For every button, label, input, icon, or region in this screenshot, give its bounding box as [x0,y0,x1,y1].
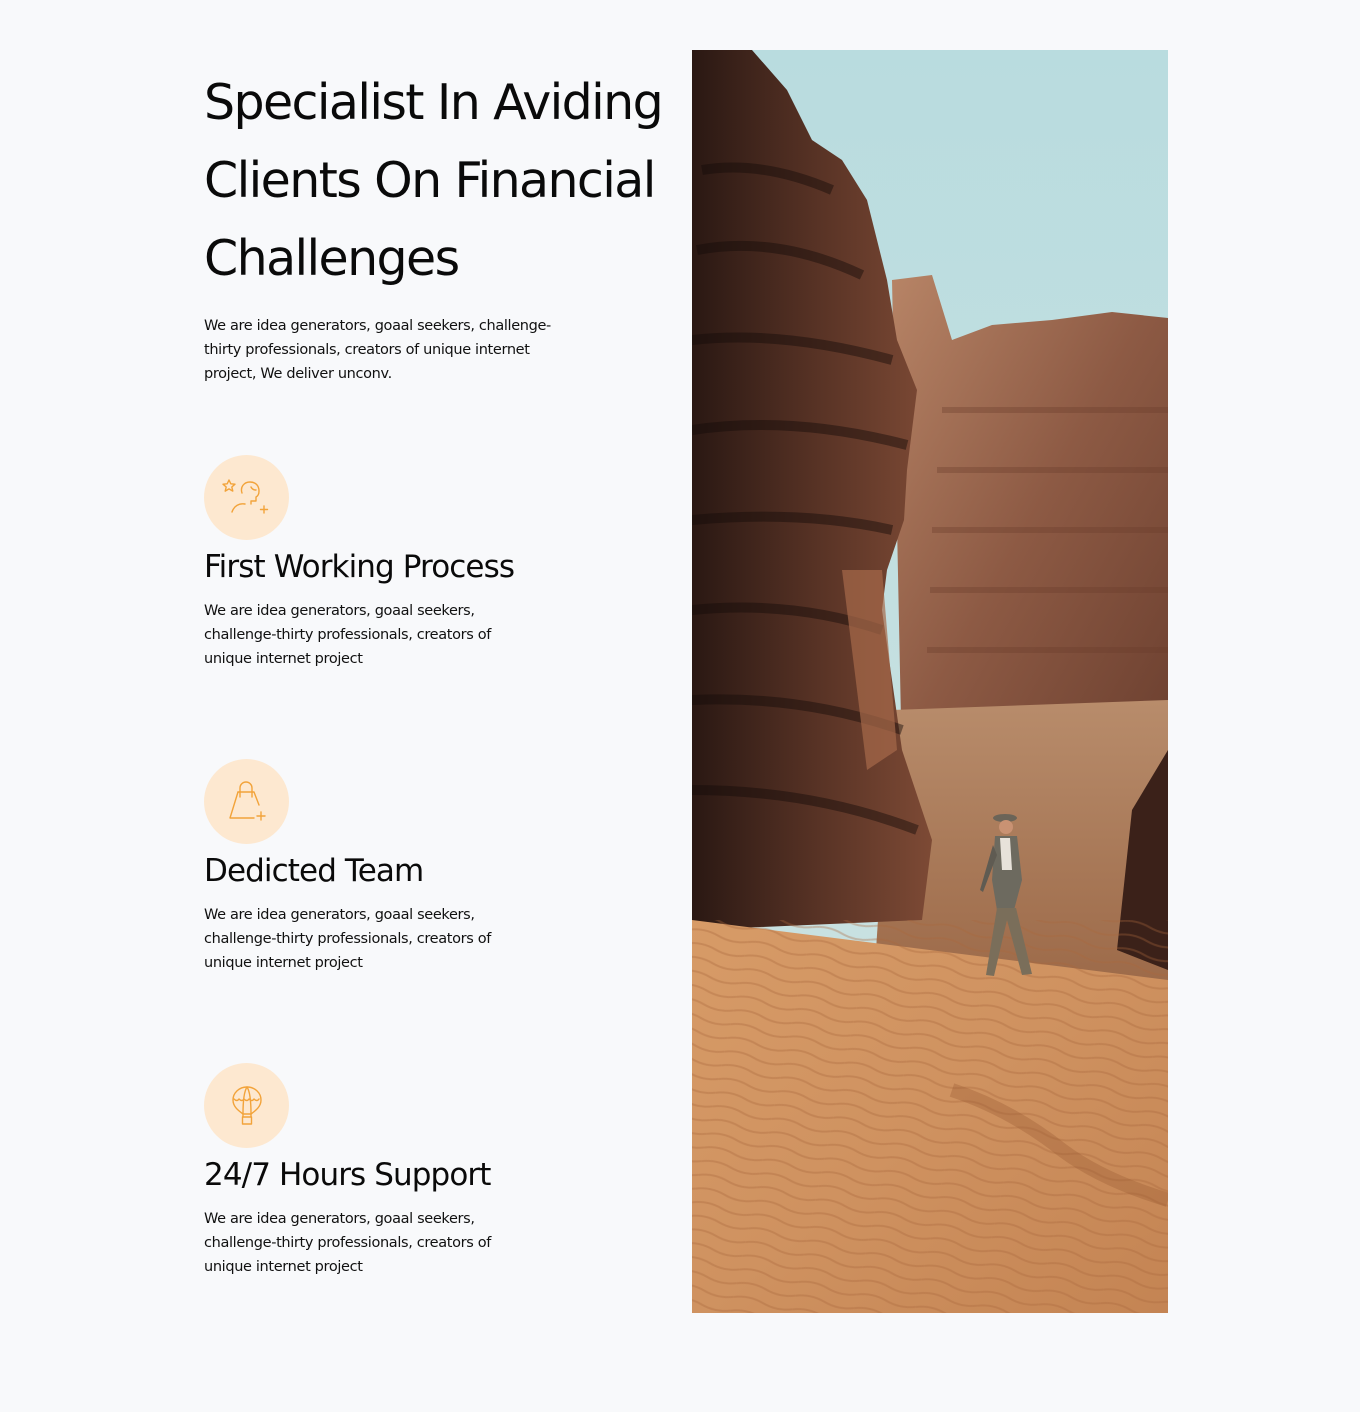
feature-title: First Working Process [204,549,515,585]
feature-title: 24/7 Hours Support [204,1157,491,1193]
page-title: Specialist In Aviding Clients On Financi… [204,74,664,287]
feature-item: Dedicted Team We are idea generators, go… [204,759,524,975]
feature-icon-badge [204,1063,289,1148]
desert-canyon-illustration [692,50,1168,1313]
feature-item: 24/7 Hours Support We are idea generator… [204,1063,524,1279]
desert-hiker-photo [692,50,1168,1313]
feature-description: We are idea generators, goaal seekers, c… [204,907,491,971]
intro-text: We are idea generators, goaal seekers, c… [204,318,551,382]
feature-title: Dedicted Team [204,853,424,889]
feature-icon-badge [204,455,289,540]
creative-person-star-icon [221,478,268,514]
hot-air-balloon-icon [231,1085,262,1125]
feature-icon-badge [204,759,289,844]
feature-description: We are idea generators, goaal seekers, c… [204,1211,491,1275]
feature-description: We are idea generators, goaal seekers, c… [204,603,491,667]
shopping-bag-plus-icon [228,780,266,821]
feature-item: First Working Process We are idea genera… [204,455,524,671]
